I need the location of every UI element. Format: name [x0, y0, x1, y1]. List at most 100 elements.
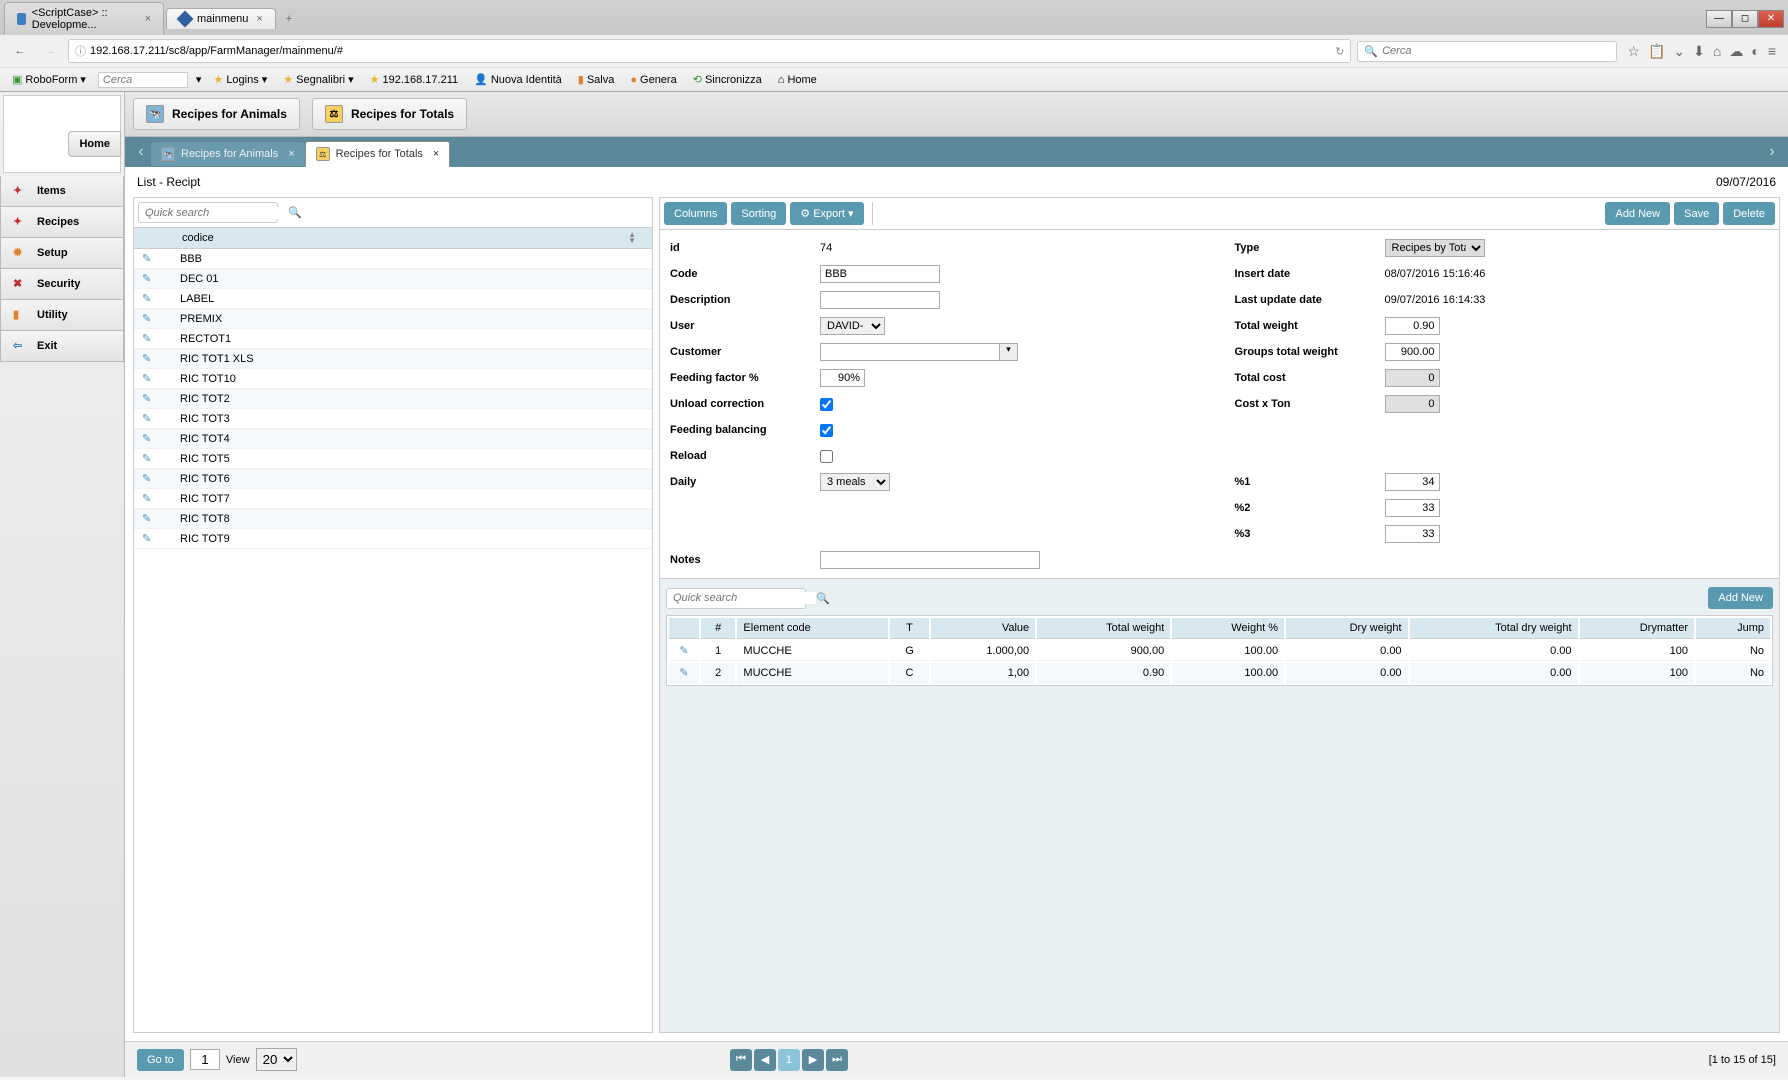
- back-button[interactable]: ←: [8, 39, 32, 63]
- downloads-icon[interactable]: ⬇: [1693, 43, 1705, 60]
- edit-icon[interactable]: ✎: [142, 292, 156, 305]
- code-input[interactable]: [820, 265, 940, 283]
- sub-tab-totals[interactable]: ⚖ Recipes for Totals ×: [305, 141, 451, 167]
- reload-icon[interactable]: ↻: [1335, 45, 1344, 58]
- list-row[interactable]: ✎RIC TOT7: [134, 489, 652, 509]
- top-tab-recipes-animals[interactable]: 🐄 Recipes for Animals: [133, 98, 300, 130]
- total-weight-input[interactable]: [1385, 317, 1440, 335]
- home-icon[interactable]: ⌂: [1713, 43, 1721, 60]
- edit-icon[interactable]: ✎: [142, 532, 156, 545]
- search-icon[interactable]: 🔍: [288, 206, 302, 219]
- sorting-button[interactable]: Sorting: [731, 202, 786, 225]
- edit-icon[interactable]: ✎: [142, 272, 156, 285]
- sublist-search-box[interactable]: 🔍: [666, 588, 806, 609]
- columns-button[interactable]: Columns: [664, 202, 727, 225]
- user-select[interactable]: DAVID-: [820, 317, 885, 335]
- sort-icon[interactable]: ▲▼: [628, 232, 636, 244]
- list-row[interactable]: ✎LABEL: [134, 289, 652, 309]
- edit-icon[interactable]: ✎: [142, 432, 156, 445]
- sublist-search-input[interactable]: [673, 592, 816, 604]
- roboform-button[interactable]: ▣ RoboForm ▾: [8, 71, 90, 88]
- pager-next[interactable]: ▶: [802, 1049, 824, 1071]
- percent3-input[interactable]: [1385, 525, 1440, 543]
- sidebar-item-security[interactable]: ✖Security: [0, 269, 124, 300]
- url-input[interactable]: [90, 45, 1331, 57]
- forward-button[interactable]: →: [38, 39, 62, 63]
- logins-bookmark[interactable]: ★ Logins ▾: [209, 71, 271, 88]
- menu-icon[interactable]: ≡: [1768, 43, 1776, 60]
- close-icon[interactable]: ×: [433, 148, 439, 160]
- list-row[interactable]: ✎RIC TOT9: [134, 529, 652, 549]
- pager-last[interactable]: ⏭: [826, 1049, 848, 1071]
- per-page-select[interactable]: 20: [256, 1048, 297, 1071]
- type-select[interactable]: Recipes by Totals: [1385, 239, 1485, 257]
- list-row[interactable]: ✎RIC TOT3: [134, 409, 652, 429]
- percent1-input[interactable]: [1385, 473, 1440, 491]
- feeding-balancing-checkbox[interactable]: [820, 424, 833, 437]
- list-row[interactable]: ✎RECTOT1: [134, 329, 652, 349]
- close-window-button[interactable]: ✕: [1758, 10, 1784, 28]
- pager-prev[interactable]: ◀: [754, 1049, 776, 1071]
- list-row[interactable]: ✎RIC TOT1 XLS: [134, 349, 652, 369]
- minimize-button[interactable]: —: [1706, 10, 1732, 28]
- page-input[interactable]: [190, 1049, 220, 1070]
- browser-tab-scriptcase[interactable]: <ScriptCase> :: Developme... ×: [4, 2, 164, 35]
- sublist-add-new-button[interactable]: Add New: [1708, 587, 1773, 609]
- list-row[interactable]: ✎PREMIX: [134, 309, 652, 329]
- roboform-search[interactable]: [98, 72, 188, 88]
- reload-checkbox[interactable]: [820, 450, 833, 463]
- list-row[interactable]: ✎DEC 01: [134, 269, 652, 289]
- edit-icon[interactable]: ✎: [142, 352, 156, 365]
- sidebar-item-recipes[interactable]: ✦Recipes: [0, 207, 124, 238]
- percent2-input[interactable]: [1385, 499, 1440, 517]
- table-row[interactable]: ✎2MUCCHEC1,000.90100.000.000.00100No: [669, 663, 1770, 683]
- sidebar-item-items[interactable]: ✦Items: [0, 176, 124, 207]
- quick-search-box[interactable]: 🔍: [138, 202, 278, 223]
- info-icon[interactable]: ⓘ: [75, 43, 86, 59]
- edit-icon[interactable]: ✎: [142, 512, 156, 525]
- edit-icon[interactable]: ✎: [142, 252, 156, 265]
- star-icon[interactable]: ☆: [1627, 43, 1640, 60]
- sidebar-item-utility[interactable]: ▮Utility: [0, 300, 124, 331]
- export-button[interactable]: Export ▾: [790, 202, 863, 225]
- list-row[interactable]: ✎RIC TOT6: [134, 469, 652, 489]
- salva-bookmark[interactable]: ▮ Salva: [574, 71, 619, 88]
- home-bookmark[interactable]: ⌂ Home: [774, 72, 821, 88]
- sidebar-item-exit[interactable]: ⇦Exit: [0, 331, 124, 362]
- edit-icon[interactable]: ✎: [142, 392, 156, 405]
- top-tab-recipes-totals[interactable]: ⚖ Recipes for Totals: [312, 98, 467, 130]
- groups-total-weight-input[interactable]: [1385, 343, 1440, 361]
- feeding-factor-input[interactable]: [820, 369, 865, 387]
- list-row[interactable]: ✎RIC TOT10: [134, 369, 652, 389]
- browser-tab-mainmenu[interactable]: mainmenu ×: [166, 8, 276, 29]
- close-tab-icon[interactable]: ×: [145, 13, 151, 25]
- notes-input[interactable]: [820, 551, 1040, 569]
- list-row[interactable]: ✎RIC TOT5: [134, 449, 652, 469]
- unload-correction-checkbox[interactable]: [820, 398, 833, 411]
- pager-first[interactable]: ⏮: [730, 1049, 752, 1071]
- quick-search-input[interactable]: [145, 207, 288, 219]
- add-new-button[interactable]: Add New: [1605, 202, 1670, 225]
- description-input[interactable]: [820, 291, 940, 309]
- edit-icon[interactable]: ✎: [142, 372, 156, 385]
- edit-icon[interactable]: ✎: [142, 492, 156, 505]
- list-row[interactable]: ✎BBB: [134, 249, 652, 269]
- sub-tabs-next[interactable]: ›: [1762, 143, 1782, 161]
- edit-icon[interactable]: ✎: [142, 312, 156, 325]
- close-icon[interactable]: ×: [288, 148, 294, 160]
- maximize-button[interactable]: ◻: [1732, 10, 1758, 28]
- edit-icon[interactable]: ✎: [679, 667, 688, 679]
- list-row[interactable]: ✎RIC TOT2: [134, 389, 652, 409]
- new-tab-button[interactable]: +: [278, 9, 300, 29]
- sub-tabs-prev[interactable]: ‹: [131, 143, 151, 161]
- save-button[interactable]: Save: [1674, 202, 1719, 225]
- pager-page-1[interactable]: 1: [778, 1049, 800, 1071]
- list-row[interactable]: ✎RIC TOT8: [134, 509, 652, 529]
- list-column-codice[interactable]: codice ▲▼: [182, 232, 644, 244]
- shield-icon[interactable]: ◐: [1751, 43, 1759, 60]
- sincronizza-bookmark[interactable]: ⟲ Sincronizza: [689, 71, 766, 88]
- table-row[interactable]: ✎1MUCCHEG1.000,00900.00100.000.000.00100…: [669, 641, 1770, 661]
- edit-icon[interactable]: ✎: [142, 332, 156, 345]
- browser-search-box[interactable]: 🔍: [1357, 41, 1617, 62]
- genera-bookmark[interactable]: ● Genera: [626, 72, 680, 88]
